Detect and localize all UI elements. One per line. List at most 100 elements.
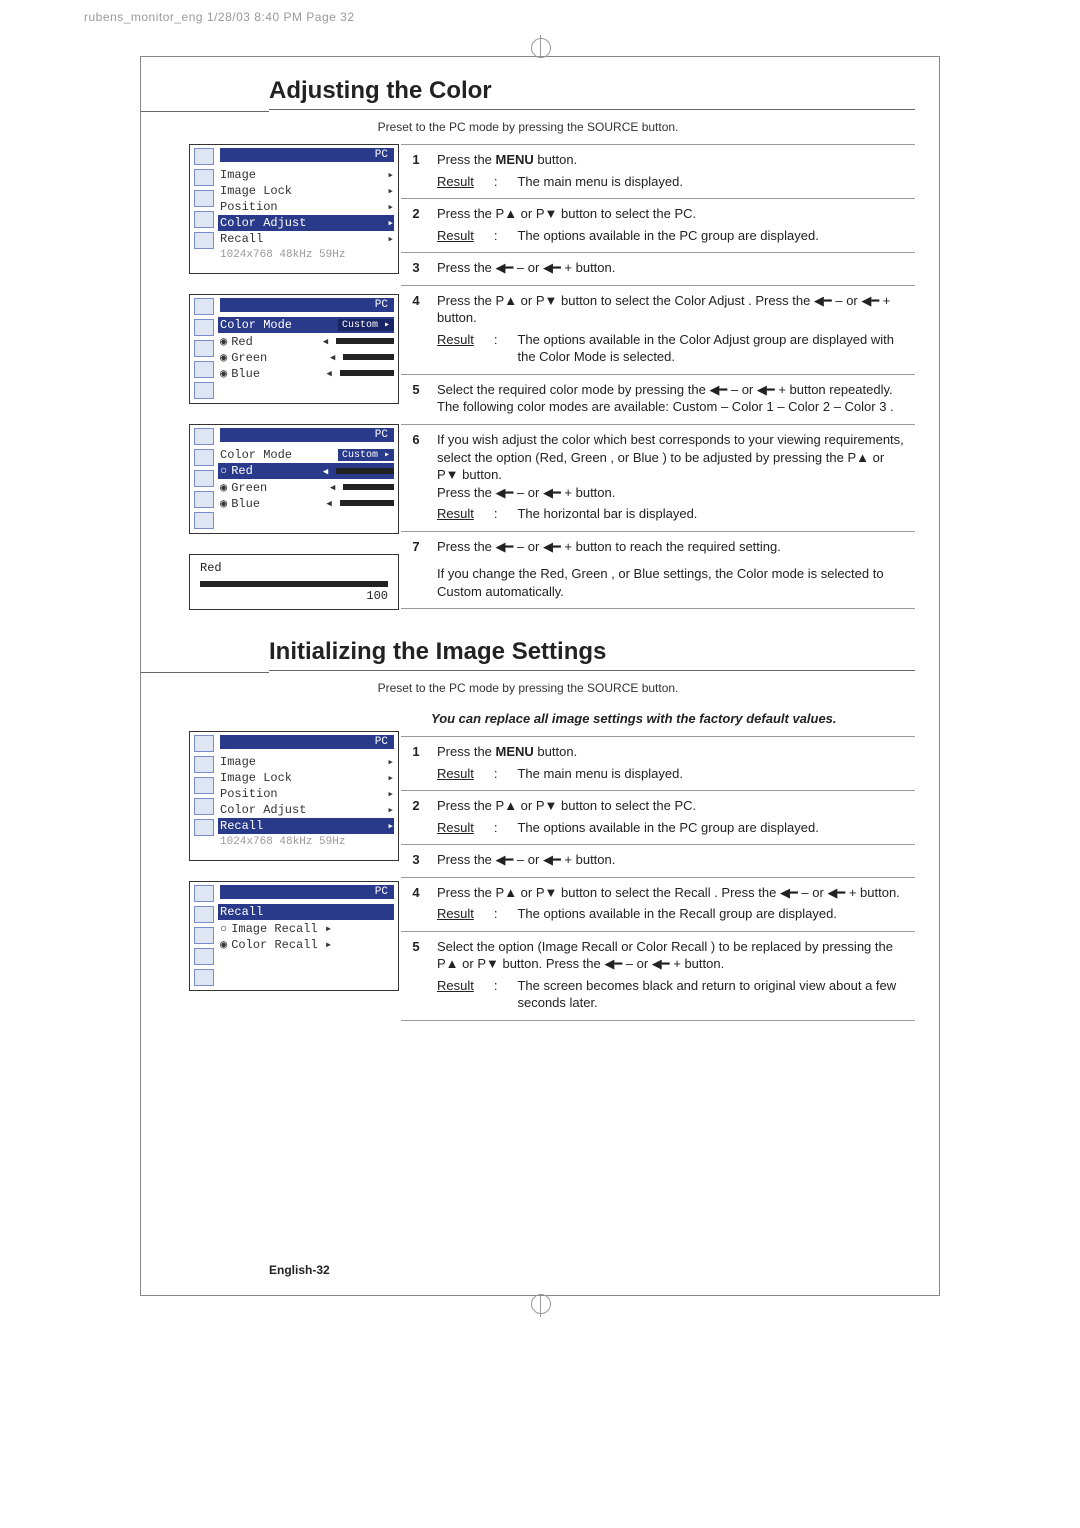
osd-icon [194,340,214,357]
imposition-header: rubens_monitor_eng 1/28/03 8:40 PM Page … [0,0,1080,28]
step-body: If you wish adjust the color which best … [431,425,915,532]
arrow-icon: ▸ [387,787,394,801]
osd-item: Image Lock [220,771,292,785]
osd-blue: Blue [220,496,260,511]
heading-initializing: Initializing the Image Settings [269,638,915,666]
result-text: The options available in the PC group ar… [517,227,818,245]
step-body: Press the P▲ or P▼ button to select the … [431,285,915,374]
step-number: 3 [401,845,431,878]
heading-adjusting-color: Adjusting the Color [269,77,915,105]
section2-left-col: PC Image▸ Image Lock▸ Position▸ Color Ad… [141,705,401,991]
osd-icon [194,948,214,965]
step-body: Select the option (Image Recall or Color… [431,931,915,1020]
arrow-left-icon [330,350,337,364]
osd-image-recall: Image Recall ▸ [220,921,332,936]
osd-item: Position [220,200,278,214]
osd-title: PC [220,148,394,162]
osd-icon [194,819,214,836]
result-label: Result [437,173,474,191]
heading-rule [269,109,915,110]
osd-red-slider: Red 100 [189,554,399,610]
step-number: 7 [401,531,431,609]
step-number: 5 [401,931,431,1020]
arrow-icon: ▸ [387,168,394,182]
osd-red-value: 100 [200,589,388,603]
section2-content: PC Image▸ Image Lock▸ Position▸ Color Ad… [141,705,915,1021]
section1-steps: 1Press the MENU button.Result: The main … [401,144,915,609]
arrow-icon: ▸ [387,819,394,833]
osd-icon [194,512,214,529]
step-body: Press the MENU button.Result: The main m… [431,145,915,199]
page-footer: English-32 [269,1263,330,1277]
steps-table: 1Press the MENU button.Result: The main … [401,144,915,609]
osd-red-selected: Red [220,464,253,478]
step-number: 1 [401,145,431,199]
osd-icon [194,491,214,508]
step-number: 4 [401,877,431,931]
osd-icon [194,449,214,466]
arrow-left-icon [323,334,330,348]
step-number: 2 [401,199,431,253]
result-label: Result [437,819,474,837]
osd-icon [194,382,214,399]
osd-icon [194,798,214,815]
osd-icon [194,906,214,923]
slider-bar [340,500,394,506]
result-text: The options available in the PC group ar… [517,819,818,837]
result-text: The options available in the Recall grou… [517,905,836,923]
osd-icon [194,298,214,315]
slider-bar [343,484,394,490]
osd-item: Position [220,787,278,801]
result-text: The screen becomes black and return to o… [517,977,909,1012]
osd-item: Image Lock [220,184,292,198]
osd-green: Green [220,350,267,365]
result-text: The horizontal bar is displayed. [517,505,697,523]
step-number: 5 [401,374,431,424]
page-frame: Adjusting the Color Preset to the PC mod… [140,56,940,1296]
osd-icon [194,470,214,487]
step-body: Press the P▲ or P▼ button to select the … [431,791,915,845]
osd-color-mode-1: PC Color ModeCustom ▸ Red Green Blue [189,294,399,404]
osd-pc-menu: PC Image▸ Image Lock▸ Position▸ Color Ad… [189,144,399,274]
section1-left-col: PC Image▸ Image Lock▸ Position▸ Color Ad… [141,144,401,610]
arrow-icon: ▸ [387,200,394,214]
osd-icon [194,969,214,986]
arrow-icon: ▸ [387,216,394,230]
osd-pc-menu-recall: PC Image▸ Image Lock▸ Position▸ Color Ad… [189,731,399,861]
crop-mark-bottom [540,1295,541,1317]
osd-icon [194,735,214,752]
osd-icon [194,190,214,207]
osd-icon [194,169,214,186]
step-number: 2 [401,791,431,845]
section2-intro: You can replace all image settings with … [431,711,915,726]
result-label: Result [437,227,474,245]
osd-red-label: Red [200,561,388,575]
step-note: If you change the Red, Green , or Blue s… [437,565,909,600]
result-text: The options available in the Color Adjus… [517,331,909,366]
steps-table: 1Press the MENU button.Result: The main … [401,736,915,1021]
osd-item-selected: Color Adjust [220,216,306,230]
section2-steps: You can replace all image settings with … [401,705,915,1021]
arrow-left-icon [326,366,333,380]
step-number: 1 [401,737,431,791]
result-label: Result [437,331,474,366]
osd-icon [194,885,214,902]
arrow-left-icon [326,496,333,510]
osd-icon [194,211,214,228]
crop-mark-top [540,35,541,57]
result-label: Result [437,765,474,783]
step-body: Press the P▲ or P▼ button to select the … [431,199,915,253]
step-body: Select the required color mode by pressi… [431,374,915,424]
step-body: Press the ◀━ – or ◀━ + button. [431,845,915,878]
osd-icon [194,361,214,378]
osd-recall-options: PC Recall Image Recall ▸ Color Recall ▸ [189,881,399,991]
slider-bar [336,468,394,474]
step-body: Press the ◀━ – or ◀━ + button to reach t… [431,531,915,609]
osd-blue: Blue [220,366,260,381]
arrow-icon: ▸ [387,771,394,785]
osd-resolution: 1024x768 48kHz 59Hz [220,836,345,848]
osd-icon [194,319,214,336]
arrow-left-icon [323,464,330,478]
preset-note: Preset to the PC mode by pressing the SO… [141,120,915,134]
osd-recall-label: Recall [220,905,263,919]
